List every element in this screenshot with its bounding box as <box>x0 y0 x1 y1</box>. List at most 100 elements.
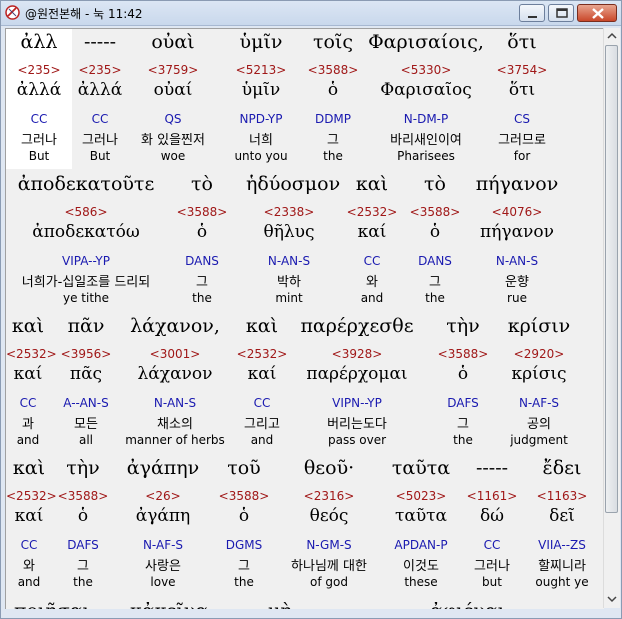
word-kor: 와 <box>366 275 378 290</box>
word-cell[interactable]: ----- <1161> δώ CC 그러나 but <box>462 457 522 595</box>
word-eng: ought ye <box>535 575 589 589</box>
word-lex: ἀποδεκατόω <box>32 222 140 242</box>
word-kor: 그러나 <box>21 133 57 148</box>
word-num: <2532> <box>346 205 398 219</box>
word-cell[interactable]: κρίσιν <2920> κρίσις N-AF-S 공의 judgment <box>494 315 584 453</box>
word-cell[interactable]: ταῦτα <5023> ταῦτα APDAN-P 이것도 these <box>382 457 460 595</box>
interlinear-view[interactable]: ἀλλ <235> ἀλλά CC 그러나 But ----- <235> ἀλλά CC 그러나 B… <box>5 28 604 609</box>
word-kor: 이것도 <box>403 559 439 574</box>
word-num: <3928> <box>331 347 383 361</box>
word-kor: 하나님께 대한 <box>291 559 367 574</box>
word-cell[interactable]: παρέρχεσθε <3928> παρέρχομαι VIPN--YP 버리는도다 p… <box>296 315 418 453</box>
word-lex: καί <box>357 222 387 242</box>
word-cell[interactable]: καὶ <2532> καί CC 와 and <box>6 457 57 595</box>
word-kor: 그 <box>327 133 339 148</box>
word-greek: ἀλλ <box>20 31 58 53</box>
word-pars: CC <box>20 538 38 552</box>
word-cell[interactable]: τὸ <3588> ὁ DANS 그 the <box>408 173 462 311</box>
word-kor: 그리고 <box>244 417 280 432</box>
word-lex: ὁ <box>196 222 208 242</box>
word-pars: N-AN-S <box>267 254 311 268</box>
minimize-button[interactable] <box>519 4 545 22</box>
word-cell[interactable]: λάχανον, <3001> λάχανον N-AN-S 채소의 manner of … <box>120 315 230 453</box>
word-kor: 할찌니라 <box>538 559 586 574</box>
word-num: <2316> <box>303 489 355 503</box>
word-cell[interactable]: καὶ <2532> καί CC 그리고 and <box>230 315 294 453</box>
scroll-down-arrow[interactable] <box>604 591 620 607</box>
word-pars: A--AN-S <box>63 396 109 410</box>
word-kor: 너희 <box>249 133 273 148</box>
word-cell[interactable]: τοῖς <3588> ὁ DDMP 그 the <box>303 31 363 169</box>
word-kor: 과 <box>22 417 34 432</box>
word-num: <4076> <box>491 205 543 219</box>
word-kor: 그 <box>238 559 250 574</box>
word-kor: 모든 <box>74 417 98 432</box>
vertical-scrollbar[interactable] <box>603 28 620 608</box>
word-cell[interactable]: ἔδει <1163> δεῖ VIIA--ZS 할찌니라 ought ye <box>522 457 602 595</box>
word-cell[interactable]: ἡδύοσμον <2338> θῆλυς N-AN-S 박하 mint <box>246 173 340 311</box>
word-eng: love <box>150 575 176 589</box>
scroll-up-arrow[interactable] <box>604 28 620 44</box>
word-kor: 사랑은 <box>145 559 181 574</box>
word-cell[interactable]: τὴν <3588> ὁ DAFS 그 the <box>432 315 494 453</box>
word-eng: judgment <box>510 433 568 447</box>
word-cell[interactable]: ὑμῖν <5213> ὑμῖν NPD-YP 너희 unto you <box>219 31 303 169</box>
word-greek: ----- <box>83 31 117 53</box>
word-pars: N-GM-S <box>306 538 352 552</box>
word-kor: 그 <box>457 417 469 432</box>
word-eng: and <box>17 575 41 589</box>
word-greek: πήγανον <box>475 173 559 195</box>
word-pars: CC <box>363 254 381 268</box>
word-cell[interactable]: τὴν <3588> ὁ DAFS 그 the <box>52 457 114 595</box>
word-cell[interactable]: τὸ <3588> ὁ DANS 그 the <box>174 173 230 311</box>
word-kor: 그 <box>77 559 89 574</box>
word-lex: ὑμῖν <box>241 80 281 100</box>
word-cell[interactable]: καὶ <2532> καί CC 과 and <box>6 315 57 453</box>
word-pars: DAFS <box>67 538 99 552</box>
word-greek: τοῖς <box>312 31 354 53</box>
word-lex: κρίσις <box>511 364 567 384</box>
word-cell[interactable]: Φαρισαίοις, <5330> Φαρισαῖος N-DM-P 바리새인이여 Ph… <box>363 31 489 169</box>
word-cell[interactable]: πήγανον <4076> πήγανον N-AN-S 운향 rue <box>462 173 572 311</box>
word-cell[interactable]: ὅτι <3754> ὅτι CS 그러므로 for <box>489 31 555 169</box>
word-lex: λάχανον <box>137 364 213 384</box>
word-kor: 박하 <box>277 275 301 290</box>
word-eng: of god <box>310 575 348 589</box>
word-pars: N-AF-S <box>518 396 560 410</box>
word-greek: τοῦ <box>227 457 261 479</box>
word-greek: οὐαὶ <box>151 31 195 53</box>
word-pars: N-AN-S <box>495 254 539 268</box>
word-cell[interactable]: ----- <235> ἀλλά CC 그러나 But <box>72 31 128 169</box>
word-cell[interactable]: ἀποδεκατοῦτε <586> ἀποδεκατόω VIPA--YP 너희가-십… <box>6 173 166 311</box>
word-kor: 그러나 <box>82 133 118 148</box>
word-cell[interactable]: τοῦ <3588> ὁ DGMS 그 the <box>212 457 276 595</box>
word-cell[interactable]: πᾶν <3956> πᾶς A--AN-S 모든 all <box>52 315 120 453</box>
word-cell[interactable]: καὶ <2532> καί CC 와 and <box>342 173 402 311</box>
word-pars: DANS <box>418 254 452 268</box>
word-lex: ἀλλά <box>77 80 123 100</box>
word-num: <26> <box>145 489 181 503</box>
word-lex: ὁ <box>238 506 250 526</box>
word-lex: καί <box>247 364 277 384</box>
word-num: <3956> <box>60 347 112 361</box>
word-cell[interactable]: ἀγάπην <26> ἀγάπη N-AF-S 사랑은 love <box>114 457 212 595</box>
title-bar[interactable]: @원전본해 - 눅 11:42 <box>1 1 621 26</box>
word-cell[interactable]: θεοῦ· <2316> θεός N-GM-S 하나님께 대한 of god <box>276 457 382 595</box>
word-eng: ye tithe <box>62 291 110 305</box>
word-cell[interactable]: ἀλλ <235> ἀλλά CC 그러나 But <box>6 31 72 169</box>
word-num: <5023> <box>395 489 447 503</box>
partial-greek-word: κἀκεῖνα <box>130 602 208 609</box>
word-eng: the <box>453 433 473 447</box>
scrollbar-thumb[interactable] <box>605 45 618 513</box>
word-greek: ὅτι <box>507 31 537 53</box>
word-lex: πήγανον <box>480 222 554 242</box>
word-kor: 와 <box>23 559 35 574</box>
close-button[interactable] <box>577 4 617 22</box>
word-kor: 그 <box>429 275 441 290</box>
word-kor: 그러므로 <box>498 133 546 148</box>
word-eng: rue <box>507 291 527 305</box>
word-lex: ταῦτα <box>394 506 448 526</box>
maximize-button[interactable] <box>548 4 574 22</box>
word-lex: καί <box>13 364 43 384</box>
word-cell[interactable]: οὐαὶ <3759> οὐαί QS 화 있을찐저 woe <box>128 31 218 169</box>
